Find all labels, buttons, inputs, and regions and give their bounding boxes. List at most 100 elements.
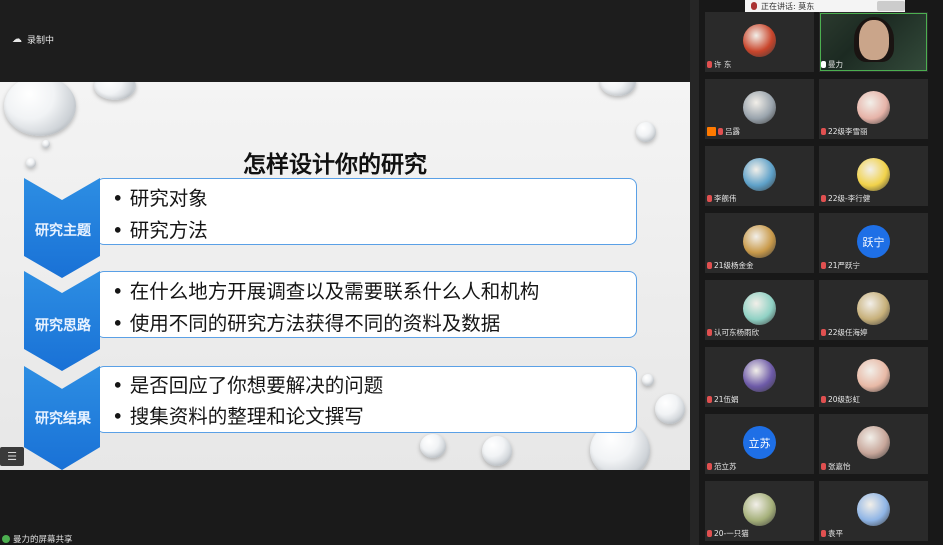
microphone-muted-icon (821, 262, 826, 269)
participant-name: 20级彭虹 (821, 394, 860, 405)
participant-name-text: 21伍娟 (714, 395, 739, 404)
water-drop-decoration (26, 158, 36, 168)
microphone-muted-icon (821, 463, 826, 470)
screen-share-label: 曼力的屏幕共享 (2, 533, 73, 545)
participant-tile[interactable]: 立苏 范立苏 (705, 414, 814, 474)
share-label-text: 曼力的屏幕共享 (13, 535, 73, 545)
bullet-item: • 研究对象 (112, 187, 208, 210)
meeting-window: ☁ 录制中 怎样设计你的研究 研究主题 研究思路 研究结果 • 研究对象 • 研… (0, 0, 943, 545)
water-drop-decoration (600, 82, 636, 96)
participant-avatar (857, 359, 890, 392)
bullet-item: • 是否回应了你想要解决的问题 (112, 374, 384, 397)
section-label-topic: 研究主题 (35, 223, 91, 239)
microphone-muted-icon (718, 128, 723, 135)
microphone-icon (821, 61, 826, 68)
participant-name-text: 吕露 (725, 127, 740, 136)
participant-tile[interactable]: 曼力 (819, 12, 928, 72)
participant-avatar: 立苏 (743, 426, 776, 459)
participant-avatar (857, 158, 890, 191)
participant-tile[interactable]: 22级李雪丽 (819, 79, 928, 139)
participant-avatar (743, 225, 776, 258)
active-speaker-bar: 正在讲话: 莫东 (745, 0, 905, 12)
microphone-muted-icon (821, 396, 826, 403)
participant-avatar: 跃宁 (857, 225, 890, 258)
water-drop-decoration (642, 374, 654, 386)
water-drop-decoration (42, 140, 50, 148)
water-drop-decoration (482, 436, 512, 466)
participant-name: 21伍娟 (707, 394, 739, 405)
participant-name-text: 20级彭虹 (828, 395, 861, 404)
water-drop-decoration (4, 82, 76, 136)
microphone-muted-icon (707, 530, 712, 537)
participant-name-text: 22级任海婷 (828, 328, 868, 337)
raised-hand-icon (707, 127, 716, 136)
participant-name: 吕露 (707, 126, 740, 137)
participant-name-text: 范立苏 (714, 462, 737, 471)
microphone-muted-icon (821, 329, 826, 336)
microphone-muted-icon (821, 530, 826, 537)
microphone-muted-icon (707, 463, 712, 470)
bullet-item: • 使用不同的研究方法获得不同的资料及数据 (112, 312, 501, 335)
participant-tile[interactable]: 李舰伟 (705, 146, 814, 206)
participant-tile[interactable]: 21伍娟 (705, 347, 814, 407)
bullet-item: • 在什么地方开展调查以及需要联系什么人和机构 (112, 280, 540, 303)
share-status-icon (2, 535, 10, 543)
microphone-muted-icon (821, 128, 826, 135)
participant-avatar (857, 292, 890, 325)
participant-avatar (743, 91, 776, 124)
microphone-icon (751, 2, 757, 10)
participant-tile[interactable]: 认可东杨雨欣 (705, 280, 814, 340)
participant-name-text: 袁平 (828, 529, 843, 538)
participant-tile[interactable]: 20-一只猫 (705, 481, 814, 541)
microphone-muted-icon (707, 195, 712, 202)
participant-name: 范立苏 (707, 461, 737, 472)
participant-tile[interactable]: 吕露 (705, 79, 814, 139)
participant-name: 认可东杨雨欣 (707, 327, 759, 338)
water-drop-decoration (655, 394, 685, 424)
video-face (859, 20, 889, 60)
microphone-muted-icon (821, 195, 826, 202)
participant-tile[interactable]: 跃宁 21严跃宁 (819, 213, 928, 273)
slide-title: 怎样设计你的研究 (243, 151, 427, 178)
participant-name-text: 21级杨金金 (714, 261, 754, 270)
panel-scroll-edge[interactable] (690, 0, 699, 545)
participant-tile[interactable]: 21级杨金金 (705, 213, 814, 273)
participant-avatar (743, 359, 776, 392)
participant-tile[interactable]: 袁平 (819, 481, 928, 541)
speaker-view-controls[interactable] (877, 1, 905, 11)
participant-name-text: 22级-李行健 (828, 194, 871, 203)
microphone-muted-icon (707, 396, 712, 403)
participant-tile[interactable]: 20级彭虹 (819, 347, 928, 407)
participant-avatar (857, 493, 890, 526)
participant-name: 曼力 (821, 59, 843, 70)
participant-name: 袁平 (821, 528, 843, 539)
participant-name: 22级李雪丽 (821, 126, 868, 137)
water-drop-decoration (94, 82, 136, 100)
participant-name-text: 22级李雪丽 (828, 127, 868, 136)
participant-tile[interactable]: 22级-李行健 (819, 146, 928, 206)
list-icon[interactable]: ☰ (0, 447, 24, 466)
bottom-bar (0, 470, 690, 545)
water-drop-decoration (636, 122, 656, 142)
section-label-result: 研究结果 (35, 411, 91, 427)
participant-tile[interactable]: 张嘉怡 (819, 414, 928, 474)
cloud-icon: ☁ (12, 34, 22, 45)
shared-slide: 怎样设计你的研究 研究主题 研究思路 研究结果 • 研究对象 • 研究方法 • … (0, 82, 690, 470)
participant-name-text: 20-一只猫 (714, 529, 749, 538)
recording-label: 录制中 (27, 36, 55, 46)
participant-name: 20-一只猫 (707, 528, 749, 539)
participant-tile[interactable]: 22级任海婷 (819, 280, 928, 340)
participant-name-text: 许 东 (714, 60, 732, 69)
recording-indicator[interactable]: ☁ 录制中 (12, 33, 54, 46)
participant-avatar (743, 158, 776, 191)
participant-avatar (857, 426, 890, 459)
participant-name-text: 曼力 (828, 60, 843, 69)
water-drop-decoration (420, 434, 446, 458)
bullet-item: • 研究方法 (112, 219, 208, 242)
participant-name: 李舰伟 (707, 193, 737, 204)
participant-name: 21严跃宁 (821, 260, 860, 271)
bullet-item: • 搜集资料的整理和论文撰写 (112, 405, 364, 428)
participant-name: 22级-李行健 (821, 193, 870, 204)
participant-tile[interactable]: 许 东 (705, 12, 814, 72)
microphone-muted-icon (707, 329, 712, 336)
